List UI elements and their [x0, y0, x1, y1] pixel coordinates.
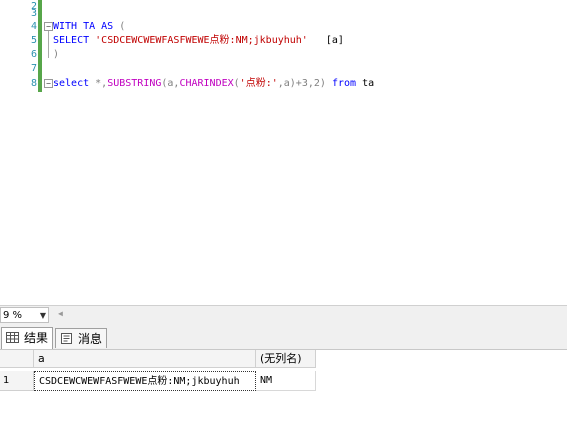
line-number: 8: [30, 78, 37, 89]
code-line-4[interactable]: WITH TA AS (: [53, 20, 125, 33]
keyword: WITH TA AS: [53, 21, 114, 32]
line-number: 6: [30, 49, 37, 60]
zoom-dropdown[interactable]: 9 % ▼: [0, 307, 49, 323]
sql-editor[interactable]: 2 3 4 5 6 7 8 − − WITH TA AS ( SELECT 'C…: [0, 0, 567, 305]
line-number: 5: [30, 35, 37, 46]
code-line-8[interactable]: select *,SUBSTRING(a,CHARINDEX('点粉:',a)+…: [53, 77, 374, 90]
paren: (: [119, 21, 126, 32]
scroll-left-icon[interactable]: ◀: [58, 309, 63, 318]
tab-results[interactable]: 结果: [1, 327, 53, 349]
line-number-gutter: 2 3 4 5 6 7 8: [0, 0, 40, 305]
operator: *,: [95, 78, 108, 89]
column-alias: [a]: [325, 35, 344, 46]
line-number: 4: [30, 21, 37, 32]
results-grid[interactable]: a (无列名) 1 CSDCEWCWEWFASFWEWE点粉:NM;jkbuyh…: [0, 350, 567, 446]
editor-status-row: 9 % ▼ ◀: [0, 305, 567, 325]
line-number: 3: [30, 8, 37, 19]
operator: (a,: [161, 78, 180, 89]
operator: ,a)+3,2): [277, 78, 326, 89]
change-marker-bar: [38, 0, 42, 92]
keyword: from: [331, 78, 357, 89]
collapse-toggle-icon[interactable]: −: [44, 79, 53, 88]
keyword: SELECT: [53, 35, 90, 46]
column-header[interactable]: (无列名): [256, 350, 316, 368]
tab-label: 消息: [78, 332, 103, 346]
code-line-6[interactable]: ): [53, 48, 59, 61]
tab-label: 结果: [24, 331, 49, 345]
chevron-down-icon: ▼: [39, 311, 46, 320]
string-literal: 'CSDCEWCWEWFASFWEWE点粉:NM;jkbuyhuh': [95, 35, 308, 46]
table-cell[interactable]: CSDCEWCWEWFASFWEWE点粉:NM;jkbuyhuh: [34, 371, 256, 391]
string-literal: '点粉:': [239, 78, 278, 89]
table-name: ta: [362, 78, 375, 89]
collapse-toggle-icon[interactable]: −: [44, 22, 53, 31]
function-name: SUBSTRING: [107, 78, 162, 89]
outline-guide: [48, 31, 49, 58]
zoom-value: 9 %: [3, 310, 23, 321]
line-number: 7: [30, 63, 37, 74]
code-line-5[interactable]: SELECT 'CSDCEWCWEWFASFWEWE点粉:NM;jkbuyhuh…: [53, 34, 344, 47]
function-name: CHARINDEX: [179, 78, 234, 89]
grid-icon: [6, 332, 19, 343]
paren: ): [53, 49, 60, 60]
grid-corner: [0, 350, 34, 368]
keyword: select: [53, 78, 90, 89]
message-icon: [61, 333, 72, 344]
tab-messages[interactable]: 消息: [55, 328, 107, 348]
column-header[interactable]: a: [34, 350, 256, 368]
table-cell[interactable]: NM: [256, 371, 316, 391]
results-tab-bar: 结果 消息: [0, 325, 567, 350]
row-number[interactable]: 1: [0, 371, 34, 391]
